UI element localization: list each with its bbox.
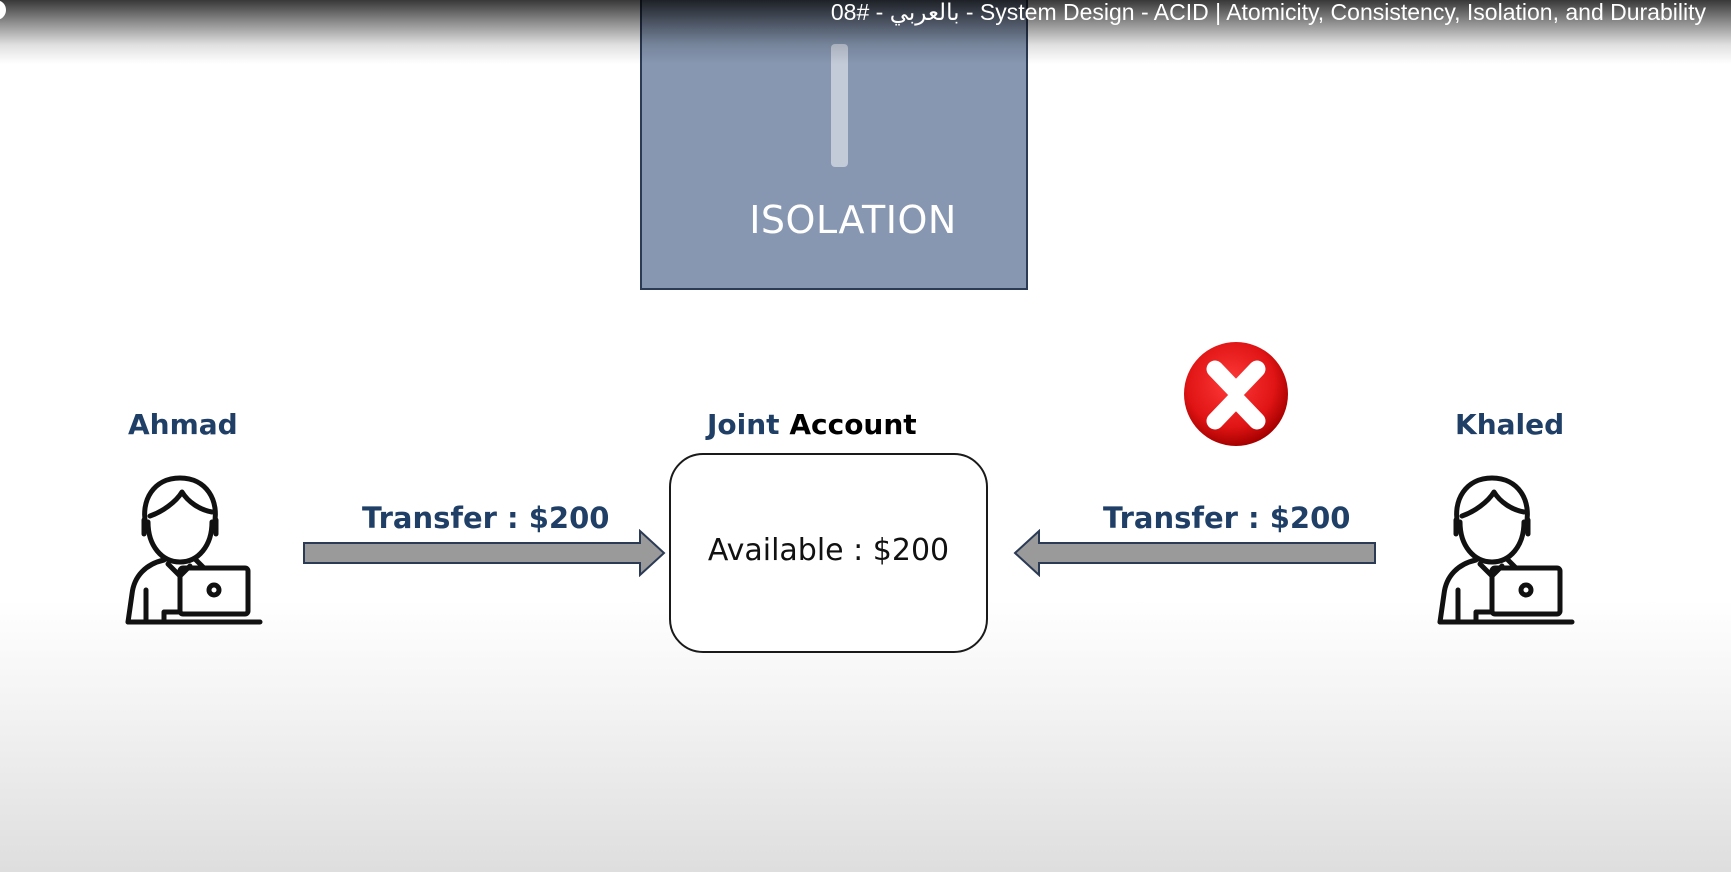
account-title-account: Account	[789, 408, 917, 441]
available-balance: Available : $200	[707, 533, 950, 568]
user-laptop-icon	[1437, 475, 1575, 625]
right-person-name: Khaled	[1455, 408, 1565, 441]
video-frame[interactable]: 08# - بالعربي - System Design - ACID | A…	[0, 0, 1731, 872]
section-label: ISOLATION	[749, 198, 957, 242]
video-title[interactable]: 08# - بالعربي - System Design - ACID | A…	[831, 0, 1706, 26]
user-laptop-icon	[125, 475, 263, 625]
left-transfer-arrow	[303, 529, 666, 577]
left-person-name: Ahmad	[128, 408, 238, 441]
right-transfer-arrow	[1013, 529, 1376, 577]
account-title: Joint Account	[707, 408, 917, 441]
joint-account-box: Available : $200	[669, 453, 988, 653]
red-x-icon	[1184, 342, 1288, 446]
account-title-joint: Joint	[707, 408, 780, 441]
